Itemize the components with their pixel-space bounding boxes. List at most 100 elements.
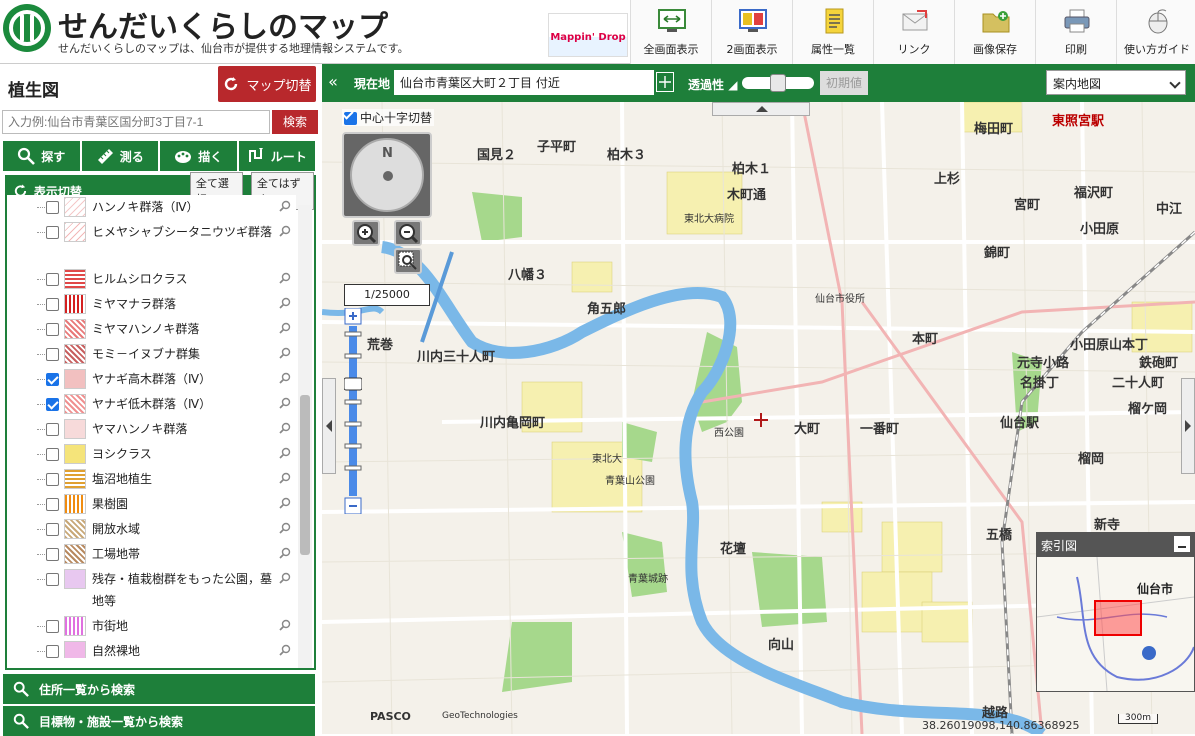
layer-zoom-icon[interactable] [279,522,291,534]
zoom-area-button[interactable] [394,248,422,274]
print-button[interactable]: 印刷 [1035,0,1116,64]
transparency-slider-thumb[interactable] [770,74,786,92]
center-target-button[interactable] [656,72,674,92]
pan-up-button[interactable] [712,102,810,116]
pan-left-button[interactable] [322,378,336,474]
zoom-area-icon [398,251,417,270]
landmark-list-search-link[interactable]: 目標物・施設一覧から検索 [3,706,315,736]
layer-row: 塩沼地植生 [7,467,296,492]
layer-label: ヒルムシロクラス [92,272,188,286]
map-label: 名掛丁 [1020,376,1060,391]
dual-screen-button[interactable]: 2画面表示 [711,0,792,64]
layer-checkbox[interactable] [46,573,59,586]
layer-zoom-icon[interactable] [279,397,291,409]
crosshair-toggle[interactable]: 中心十字切替 [342,109,435,126]
layer-zoom-icon[interactable] [279,372,291,384]
save-image-button[interactable]: 画像保存 [954,0,1035,64]
map-type-select[interactable]: 案内地図 [1046,70,1186,95]
current-address-field[interactable]: 仙台市青葉区大町２丁目 付近 [394,70,654,95]
layer-label: ミヤマナラ群落 [92,297,177,311]
layer-checkbox[interactable] [46,523,59,536]
layer-zoom-icon[interactable] [279,272,291,284]
layer-zoom-icon[interactable] [279,619,291,631]
map-label: 青葉山公園 [605,476,655,487]
layer-row: ヤマハンノキ群落 [7,417,296,442]
layer-row: ヨシクラス [7,442,296,467]
link-button[interactable]: リンク [873,0,954,64]
layer-zoom-icon[interactable] [279,547,291,559]
layer-checkbox[interactable] [46,373,59,386]
scale-display: 1/25000 [344,284,430,306]
layer-checkbox[interactable] [46,273,59,286]
compass-icon[interactable]: N [350,138,424,212]
arrow-right-icon [1185,420,1191,432]
layer-zoom-icon[interactable] [279,200,291,212]
layer-checkbox[interactable] [46,226,59,239]
map-label: 宮町 [1014,198,1041,213]
crosshair-icon [659,76,671,88]
layer-row: 残存・植栽樹群をもった公園，墓地等 [7,567,296,614]
layer-checkbox[interactable] [46,645,59,658]
layer-zoom-icon[interactable] [279,644,291,656]
layer-checkbox[interactable] [46,548,59,561]
layer-checkbox[interactable] [46,298,59,311]
layer-checkbox[interactable] [46,423,59,436]
layer-swatch [64,444,86,464]
reset-transparency-button[interactable]: 初期値 [820,71,868,95]
crosshair-checkbox[interactable] [344,112,357,125]
index-map-view[interactable]: 仙台市 [1036,556,1195,692]
minimize-index-button[interactable] [1174,536,1190,552]
site-subtitle: せんだいくらしのマップは、仙台市が提供する地理情報システムです。 [58,42,409,55]
layer-zoom-icon[interactable] [279,347,291,359]
map-label: 青葉城跡 [628,574,668,585]
zoom-in-button[interactable] [352,220,380,246]
map-label: 福沢町 [1074,186,1114,201]
layer-checkbox[interactable] [46,398,59,411]
layer-checkbox[interactable] [46,323,59,336]
zoom-out-button[interactable] [394,220,422,246]
layer-checkbox[interactable] [46,348,59,361]
layer-zoom-icon[interactable] [279,572,291,584]
zoom-slider[interactable] [344,308,362,514]
tab-measure[interactable]: 測る [81,141,158,171]
address-list-search-link[interactable]: 住所一覧から検索 [3,674,315,704]
pan-right-button[interactable] [1181,378,1195,474]
collapse-sidebar-button[interactable]: « [322,64,344,102]
tab-draw[interactable]: 描く [160,141,237,171]
layer-zoom-icon[interactable] [279,322,291,334]
map-switch-button[interactable]: マップ切替 [218,66,316,102]
index-map[interactable]: 索引図 仙台市 [1036,532,1195,692]
layer-zoom-icon[interactable] [279,225,291,237]
guide-button[interactable]: 使い方ガイド [1116,0,1195,64]
mappin-drop-banner[interactable]: Mappin' Drop [548,13,628,57]
tab-search[interactable]: 探す [3,141,80,171]
scrollbar-thumb[interactable] [300,395,310,555]
zoom-in-icon [357,224,377,244]
layer-zoom-icon[interactable] [279,422,291,434]
layer-zoom-icon[interactable] [279,472,291,484]
layer-checkbox[interactable] [46,620,59,633]
map-label: 仙台駅 [1000,416,1040,431]
address-search-input[interactable] [2,110,270,134]
link-icon [902,10,928,31]
map-label: 元寺小路 [1017,356,1070,371]
layer-zoom-icon[interactable] [279,497,291,509]
address-search-button[interactable]: 検索 [272,110,318,134]
fullscreen-button[interactable]: 全画面表示 [630,0,711,64]
transparency-slider[interactable] [742,74,814,92]
palette-icon [175,151,192,163]
attribute-list-button[interactable]: 属性一覧 [792,0,873,64]
map-canvas[interactable]: 梅田町 東照宮駅 子平町 柏木３ 国見２ 柏木１ 上杉 木町通 宮町 福沢町 中… [322,102,1195,734]
layer-checkbox[interactable] [46,498,59,511]
sendai-logo[interactable] [3,4,51,52]
layer-checkbox[interactable] [46,473,59,486]
layer-checkbox[interactable] [46,448,59,461]
layer-zoom-icon[interactable] [279,447,291,459]
layer-label: 工場地帯 [92,547,141,561]
layer-list-scrollbar[interactable] [298,205,312,668]
layer-zoom-icon[interactable] [279,297,291,309]
compass-pan-control[interactable]: N [342,132,432,218]
layer-checkbox[interactable] [46,201,59,214]
map-label: 本町 [912,332,939,347]
tab-route[interactable]: ルート [238,141,315,171]
